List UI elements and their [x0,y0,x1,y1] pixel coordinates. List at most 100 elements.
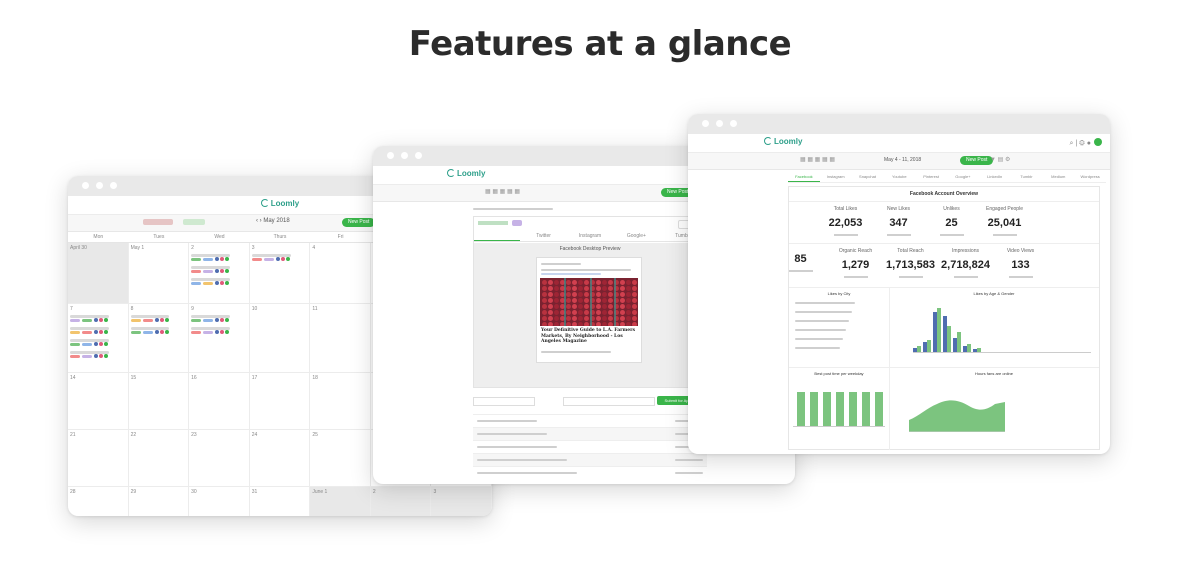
stat-label: Video Views [1006,248,1035,254]
basket-edge [564,278,566,326]
new-post-button[interactable]: New Post [960,156,994,165]
day-number: 3 [251,245,255,251]
filter-icon[interactable]: ▼ ▤ ⚙ [990,156,1010,163]
tab-wordpress[interactable]: Wordpress [1074,172,1106,182]
day-number: 16 [191,375,197,381]
scheduled-post[interactable] [70,327,126,336]
raspberry [584,310,589,315]
day-number: 11 [312,306,318,312]
tab-instagram[interactable]: Instagram [567,231,613,241]
calendar-day-cell[interactable]: 31 [250,487,311,516]
scheduled-post[interactable] [191,278,247,287]
raspberry [572,298,577,303]
calendar-day-cell[interactable]: 18 [310,373,371,429]
tab-google[interactable]: Google+ [613,231,659,241]
tab-instagram[interactable]: Instagram [820,172,852,182]
calendar-day-cell[interactable]: 10 [250,304,311,372]
view-selector[interactable] [183,219,205,225]
raspberry [572,310,577,315]
calendar-day-cell[interactable]: 4 [310,243,371,303]
month-nav[interactable]: ‹ › May 2018 [256,218,290,224]
scheduled-post[interactable] [191,266,247,275]
raspberry [572,286,577,291]
calendar-day-cell[interactable]: 16 [189,373,250,429]
scheduled-post[interactable] [70,351,126,360]
raspberry [584,322,589,326]
new-post-button[interactable]: New Post [342,218,376,227]
scheduled-post[interactable] [70,315,126,324]
likes-by-age-gender-panel: Likes by Age & Gender [889,287,1099,368]
tab-linkedin[interactable]: LinkedIn [979,172,1011,182]
raspberry [632,304,637,309]
calendar-day-cell[interactable]: 25 [310,430,371,486]
scheduled-post[interactable] [130,315,187,324]
calendar-select[interactable] [473,397,535,406]
raspberry [596,286,601,291]
date-range[interactable]: May 4 - 11, 2018 [884,157,921,163]
calendar-day-cell[interactable]: 11 [310,304,371,372]
calendar-day-cell[interactable]: 17 [250,373,311,429]
calendar-day-cell[interactable]: 7 [68,304,129,372]
raspberry [554,316,559,321]
calendar-day-cell[interactable]: 15 [129,373,190,429]
scheduled-post[interactable] [191,254,247,263]
avatar[interactable] [1094,138,1102,146]
basket-edge [590,278,592,326]
comment-row [473,466,707,479]
weekday-header: Mon [93,234,104,240]
tab-facebook[interactable] [474,231,521,241]
raspberry [608,286,613,291]
scheduled-post[interactable] [191,315,247,324]
calendar-day-cell[interactable]: 8 [129,304,190,372]
calendar-day-cell[interactable]: 2 [189,243,250,303]
loomly-logo[interactable]: Loomly [447,169,485,178]
calendar-day-cell[interactable]: 29 [129,487,190,516]
calendar-day-cell[interactable]: 3 [250,243,311,303]
age-bar-green [927,340,931,352]
settings-icon[interactable]: ⚙ [1079,140,1085,147]
raspberry [578,280,583,285]
calendar-day-cell[interactable]: 30 [189,487,250,516]
day-number: May 1 [130,245,145,251]
weekday-header: Fri [337,234,344,240]
bell-icon[interactable]: ● [1087,140,1091,147]
calendar-day-cell[interactable]: 3 [431,487,492,516]
loomly-logo[interactable]: Loomly [764,137,802,146]
search-icon[interactable]: ⌕ [1070,140,1074,147]
calendar-day-cell[interactable]: 14 [68,373,129,429]
calendar-day-cell[interactable]: June 1 [310,487,371,516]
tab-twitter[interactable]: Twitter [520,231,566,241]
calendar-day-cell[interactable]: 21 [68,430,129,486]
calendar-day-cell[interactable]: 28 [68,487,129,516]
calendar-day-cell[interactable]: 24 [250,430,311,486]
tab-snapchat[interactable]: Snapchat [852,172,884,182]
scheduled-post[interactable] [130,327,187,336]
calendar-day-cell[interactable]: 23 [189,430,250,486]
day-number: 22 [130,432,137,438]
raspberry [572,316,577,321]
stat-label: Impressions [952,248,979,254]
calendar-selector[interactable] [143,219,173,225]
network-tabs: Facebook Instagram Snapchat Youtube Pinteres… [788,172,1106,183]
scheduled-post[interactable] [70,339,126,348]
scheduled-post[interactable] [251,254,308,263]
scheduled-post[interactable] [191,327,247,336]
tab-tumblr[interactable]: Tumblr [1011,172,1043,182]
raspberry [596,292,601,297]
tab-youtube[interactable]: Youtube [883,172,915,182]
tab-google[interactable]: Google+ [947,172,979,182]
tab-facebook[interactable]: Facebook [788,172,820,182]
day-number: 10 [251,306,258,312]
stat-tile: Total Reach 1,713,583 [883,248,938,278]
tab-pinterest[interactable]: Pinterest [915,172,947,182]
tab-medium[interactable]: Medium [1042,172,1074,182]
calendar-day-cell[interactable]: 2 [370,487,432,516]
calendar-day-cell[interactable]: April 30 [68,243,129,303]
calendar-day-cell[interactable]: 22 [129,430,190,486]
calendar-day-cell[interactable]: 9 [189,304,250,372]
calendar-day-cell[interactable]: May 1 [129,243,190,303]
raspberry [548,298,553,303]
raspberry [632,280,637,285]
assignee-select[interactable] [563,397,655,406]
city-entry [795,302,855,304]
